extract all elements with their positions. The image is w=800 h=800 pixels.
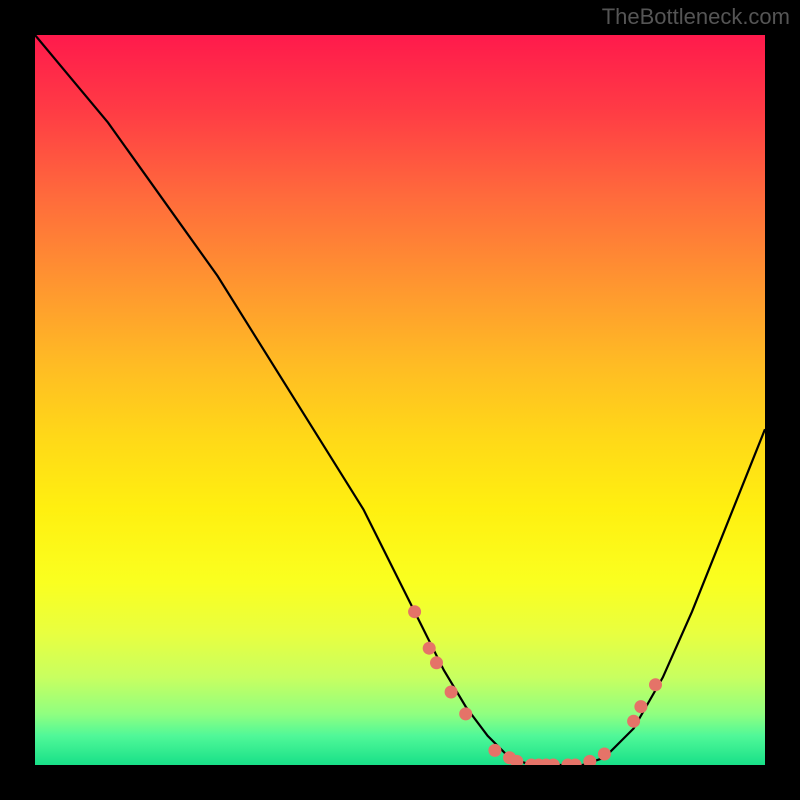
marker-point xyxy=(634,700,647,713)
marker-point xyxy=(649,678,662,691)
watermark-text: TheBottleneck.com xyxy=(602,4,790,30)
bottleneck-curve xyxy=(35,35,765,765)
chart-svg xyxy=(35,35,765,765)
marker-point xyxy=(445,686,458,699)
marker-point xyxy=(627,715,640,728)
marker-point xyxy=(583,755,596,765)
plot-area xyxy=(35,35,765,765)
marker-point xyxy=(488,744,501,757)
marker-points xyxy=(408,605,662,765)
marker-point xyxy=(430,656,443,669)
marker-point xyxy=(408,605,421,618)
marker-point xyxy=(423,642,436,655)
marker-point xyxy=(598,748,611,761)
marker-point xyxy=(459,707,472,720)
